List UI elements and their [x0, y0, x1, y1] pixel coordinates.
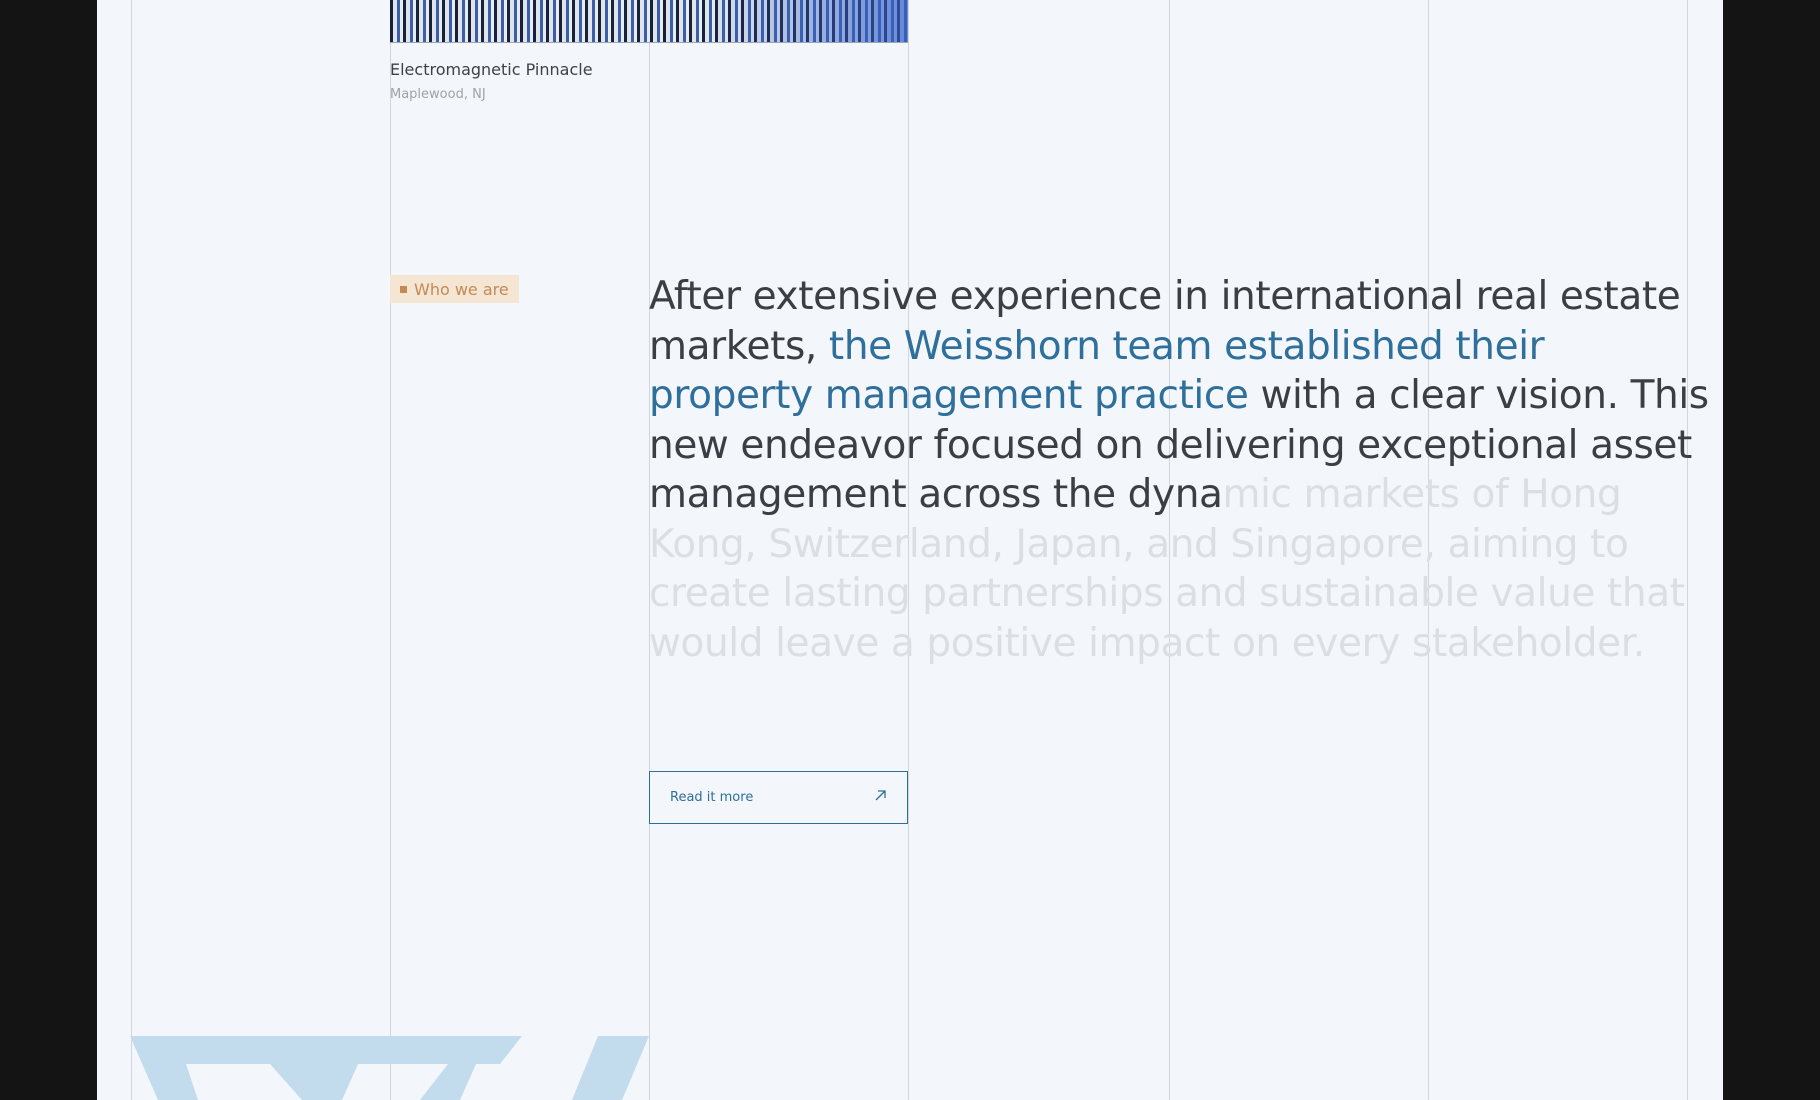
- section-tag: Who we are: [390, 275, 519, 303]
- grid-line: [131, 0, 132, 1100]
- read-more-label: Read it more: [670, 790, 754, 805]
- project-location: Maplewood, NJ: [390, 87, 486, 102]
- arrow-up-right-icon: [874, 789, 887, 806]
- about-statement: After extensive experience in internatio…: [649, 272, 1709, 668]
- weisshorn-logo-icon: [130, 1036, 649, 1100]
- section-tag-label: Who we are: [414, 279, 509, 299]
- page: Electromagnetic Pinnacle Maplewood, NJ W…: [97, 0, 1723, 1100]
- project-title[interactable]: Electromagnetic Pinnacle: [390, 60, 593, 79]
- project-image[interactable]: [390, 0, 908, 43]
- project-image-glare: [708, 0, 908, 42]
- tag-square-icon: [400, 285, 407, 293]
- read-more-button[interactable]: Read it more: [649, 771, 908, 824]
- grid-line: [390, 0, 391, 1100]
